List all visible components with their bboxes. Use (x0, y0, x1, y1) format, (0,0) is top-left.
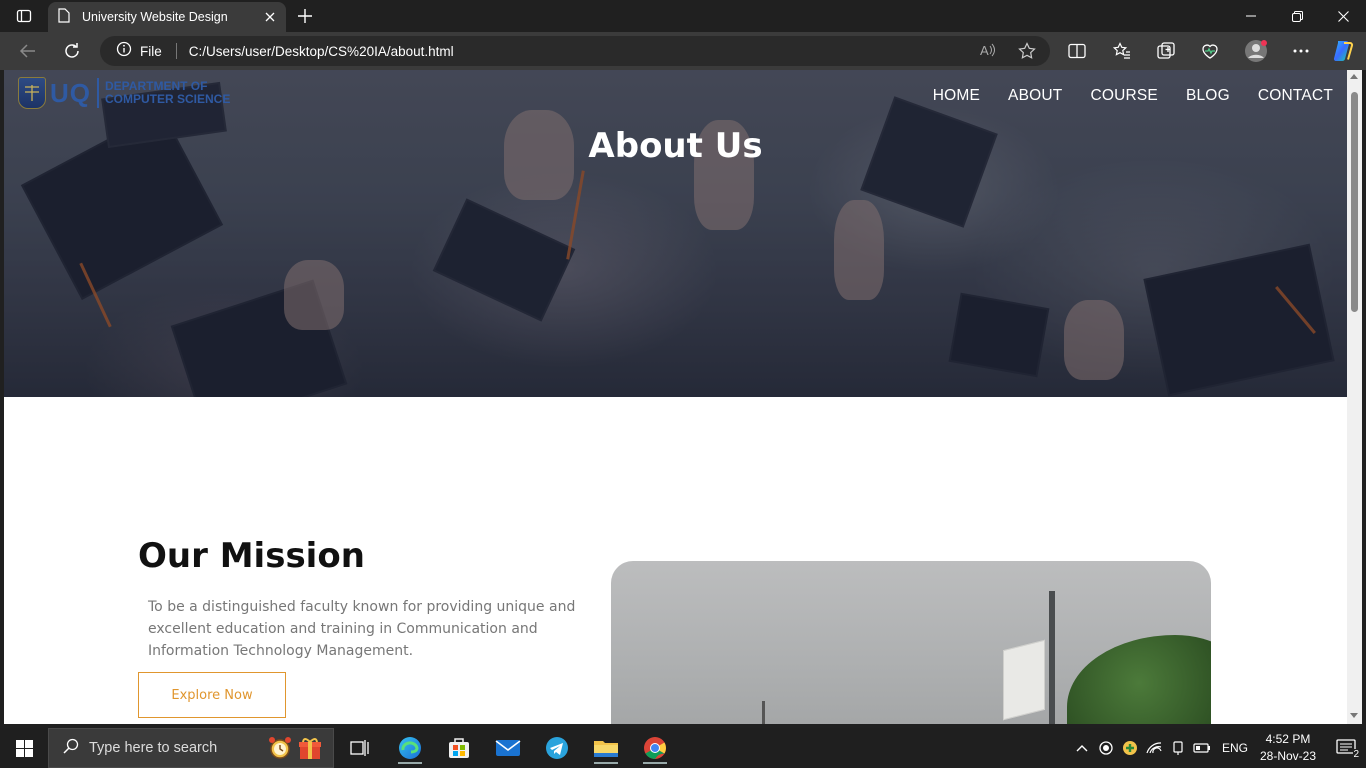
clock-date: 28-Nov-23 (1259, 749, 1316, 763)
search-highlight-icon[interactable] (267, 735, 323, 761)
file-explorer-icon[interactable] (586, 732, 626, 764)
restore-icon[interactable] (1274, 0, 1320, 32)
scroll-thumb[interactable] (1351, 92, 1358, 312)
windows-taskbar: Type here to search ENG 4:52 PM 28-Nov-2… (0, 728, 1366, 768)
logo-divider (97, 78, 99, 108)
photo-antenna-pole (1049, 591, 1055, 724)
hero-banner-image: UQ DEPARTMENT OF COMPUTER SCIENCE HOME A… (4, 70, 1347, 397)
active-app-indicator (594, 762, 618, 764)
nav-link-about[interactable]: ABOUT (1008, 87, 1062, 105)
scheme-label: File (140, 43, 162, 59)
favorites-list-icon[interactable] (1108, 37, 1136, 65)
task-view-icon[interactable] (340, 732, 380, 764)
browser-tab-bar: University Website Design (0, 0, 1366, 32)
nav-link-blog[interactable]: BLOG (1186, 87, 1230, 105)
more-options-icon[interactable] (1287, 37, 1315, 65)
page-title: About Us (588, 126, 763, 166)
page-viewport: UQ DEPARTMENT OF COMPUTER SCIENCE HOME A… (4, 70, 1347, 724)
read-aloud-icon[interactable]: A (980, 42, 996, 64)
new-tab-icon[interactable] (294, 5, 316, 27)
close-window-icon[interactable] (1320, 0, 1366, 32)
window-controls (1228, 0, 1366, 32)
clock-time: 4:52 PM (1265, 732, 1311, 746)
active-app-indicator (398, 762, 422, 764)
split-screen-icon[interactable] (1063, 37, 1091, 65)
photo-tree (1067, 635, 1211, 724)
active-tab[interactable]: University Website Design (48, 2, 286, 32)
explore-now-button[interactable]: Explore Now (138, 672, 286, 718)
nav-link-contact[interactable]: CONTACT (1258, 87, 1333, 105)
language-indicator[interactable]: ENG (1222, 741, 1248, 755)
system-tray: ENG 4:52 PM 28-Nov-23 2 (1070, 728, 1366, 768)
info-icon[interactable] (116, 41, 132, 61)
omnibox-divider (175, 43, 177, 59)
nav-link-course[interactable]: COURSE (1090, 87, 1158, 105)
address-toolbar: File C:/Users/user/Desktop/CS%20IA/about… (0, 32, 1366, 70)
chrome-icon[interactable] (635, 732, 675, 764)
taskbar-search-box[interactable]: Type here to search (48, 728, 334, 768)
battery-icon[interactable] (1190, 728, 1214, 768)
search-placeholder: Type here to search (89, 740, 218, 756)
scroll-up-arrow-icon[interactable] (1350, 74, 1358, 79)
address-bar[interactable]: File C:/Users/user/Desktop/CS%20IA/about… (100, 36, 1050, 66)
svg-text:A: A (980, 43, 989, 58)
page-scrollbar[interactable] (1347, 70, 1362, 724)
security-badge-icon[interactable] (1118, 728, 1142, 768)
telegram-icon[interactable] (537, 732, 577, 764)
browser-essentials-icon[interactable] (1196, 37, 1224, 65)
url-text[interactable]: C:/Users/user/Desktop/CS%20IA/about.html (189, 44, 454, 59)
copilot-icon[interactable] (1329, 37, 1357, 65)
omnibox-actions: A (980, 42, 1036, 64)
system-clock[interactable]: 4:52 PM 28-Nov-23 (1260, 731, 1316, 765)
mission-text: To be a distinguished faculty known for … (148, 599, 576, 659)
active-app-indicator (643, 762, 667, 764)
scroll-down-arrow-icon[interactable] (1350, 713, 1358, 718)
notification-count: 2 (1353, 749, 1359, 760)
chevron-up-icon[interactable] (1070, 728, 1094, 768)
edge-taskbar-icon[interactable] (390, 732, 430, 764)
favorite-star-icon[interactable] (1018, 42, 1036, 64)
mission-photo (611, 561, 1211, 724)
logo-abbr: UQ (50, 77, 91, 108)
main-nav: HOME ABOUT COURSE BLOG CONTACT (933, 87, 1333, 105)
windows-start-icon[interactable] (0, 728, 48, 768)
logo-department: DEPARTMENT OF COMPUTER SCIENCE (105, 80, 230, 106)
search-icon (63, 738, 79, 758)
photo-antenna-panel (1003, 639, 1045, 721)
record-icon[interactable] (1094, 728, 1118, 768)
window-edge (1362, 70, 1366, 724)
close-tab-icon[interactable] (262, 9, 278, 25)
crest-icon (18, 77, 46, 109)
back-arrow-icon[interactable] (14, 37, 42, 65)
mail-icon[interactable] (488, 732, 528, 764)
tab-title: University Website Design (82, 10, 228, 24)
tab-actions-icon[interactable] (8, 4, 40, 28)
wifi-icon[interactable] (1142, 728, 1166, 768)
page-document-icon (58, 7, 70, 27)
microsoft-store-icon[interactable] (439, 732, 479, 764)
profile-avatar[interactable] (1242, 37, 1270, 65)
network-status-icon[interactable] (1166, 728, 1190, 768)
collections-icon[interactable] (1152, 37, 1180, 65)
notification-center-icon[interactable]: 2 (1326, 728, 1366, 768)
mission-heading: Our Mission (138, 536, 365, 576)
nav-link-home[interactable]: HOME (933, 87, 980, 105)
site-logo[interactable]: UQ DEPARTMENT OF COMPUTER SCIENCE (18, 76, 230, 110)
refresh-icon[interactable] (58, 37, 86, 65)
hero-dark-overlay (4, 70, 1347, 397)
photo-pole-shape (762, 701, 765, 724)
logo-dept-line2: COMPUTER SCIENCE (105, 92, 231, 106)
minimize-icon[interactable] (1228, 0, 1274, 32)
